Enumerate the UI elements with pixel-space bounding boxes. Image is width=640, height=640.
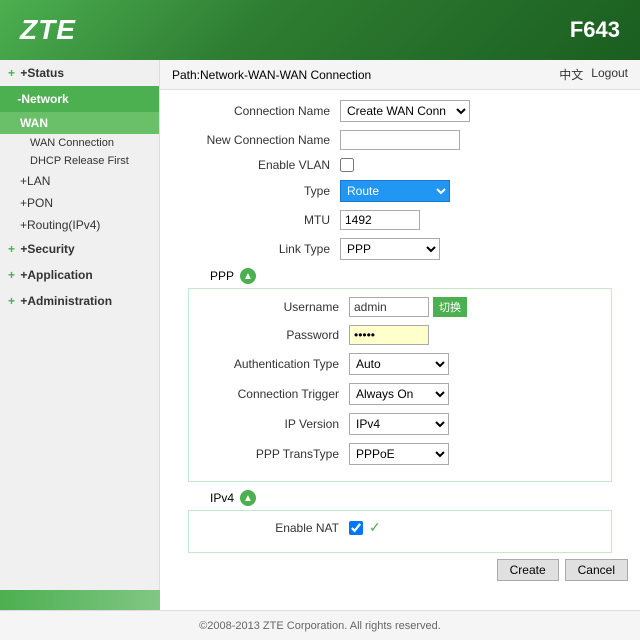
conn-trigger-label: Connection Trigger <box>189 387 349 401</box>
ppp-transtype-row: PPP TransType PPPoE <box>189 443 611 465</box>
username-row: Username 切换 <box>189 297 611 317</box>
ppp-transtype-label: PPP TransType <box>189 447 349 461</box>
create-button[interactable]: Create <box>497 559 559 581</box>
type-label: Type <box>180 184 340 198</box>
enable-vlan-checkbox[interactable] <box>340 158 354 172</box>
ip-version-control: IPv4 <box>349 413 449 435</box>
link-type-row: Link Type PPP <box>180 238 620 260</box>
username-input[interactable] <box>349 297 429 317</box>
type-row: Type Route <box>180 180 620 202</box>
logout-link[interactable]: Logout <box>591 66 628 83</box>
sidebar-item-application[interactable]: +Application <box>0 262 159 288</box>
new-connection-name-label: New Connection Name <box>180 133 340 147</box>
logo: ZTE <box>20 14 76 46</box>
new-connection-name-row: New Connection Name <box>180 130 620 150</box>
header: ZTE F643 <box>0 0 640 60</box>
ppp-transtype-select[interactable]: PPPoE <box>349 443 449 465</box>
auth-type-select[interactable]: Auto <box>349 353 449 375</box>
link-type-select[interactable]: PPP <box>340 238 440 260</box>
password-input[interactable] <box>349 325 429 345</box>
sidebar-item-security[interactable]: +Security <box>0 236 159 262</box>
ipv4-label: IPv4 <box>180 491 240 505</box>
header-links: 中文 Logout <box>559 66 628 83</box>
conn-trigger-row: Connection Trigger Always On <box>189 383 611 405</box>
mtu-label: MTU <box>180 213 340 227</box>
enable-vlan-row: Enable VLAN <box>180 158 620 172</box>
sidebar-item-network[interactable]: -Network <box>0 86 159 112</box>
auth-type-control: Auto <box>349 353 449 375</box>
ip-version-label: IP Version <box>189 417 349 431</box>
type-control: Route <box>340 180 450 202</box>
enable-vlan-label: Enable VLAN <box>180 158 340 172</box>
new-connection-name-input[interactable] <box>340 130 460 150</box>
ppp-section-box: Username 切换 Password <box>188 288 612 482</box>
footer-text: ©2008-2013 ZTE Corporation. All rights r… <box>199 620 441 632</box>
enable-nat-checkbox[interactable] <box>349 521 363 535</box>
ip-version-select[interactable]: IPv4 <box>349 413 449 435</box>
sidebar-item-status[interactable]: +Status <box>0 60 159 86</box>
nat-checkmark: ✓ <box>369 519 381 536</box>
switch-button[interactable]: 切换 <box>433 297 467 317</box>
sidebar-item-wan[interactable]: WAN <box>0 112 159 134</box>
type-select[interactable]: Route <box>340 180 450 202</box>
sidebar-item-routing[interactable]: +Routing(IPv4) <box>0 214 159 236</box>
auth-type-row: Authentication Type Auto <box>189 353 611 375</box>
main-layout: +Status -Network WAN WAN Connection DHCP… <box>0 60 640 600</box>
ipv4-collapse-icon[interactable]: ▲ <box>240 490 256 506</box>
conn-trigger-select[interactable]: Always On <box>349 383 449 405</box>
connection-name-select[interactable]: Create WAN Conn <box>340 100 470 122</box>
password-label: Password <box>189 328 349 342</box>
new-connection-name-control <box>340 130 460 150</box>
password-row: Password <box>189 325 611 345</box>
form-body: Connection Name Create WAN Conn New Conn… <box>160 90 640 600</box>
enable-nat-label: Enable NAT <box>189 521 349 535</box>
mtu-input[interactable] <box>340 210 420 230</box>
auth-type-label: Authentication Type <box>189 357 349 371</box>
sidebar-item-administration[interactable]: +Administration <box>0 288 159 314</box>
ip-version-row: IP Version IPv4 <box>189 413 611 435</box>
ppp-transtype-control: PPPoE <box>349 443 449 465</box>
sidebar-item-lan[interactable]: +LAN <box>0 170 159 192</box>
sidebar-decoration <box>0 590 160 610</box>
ppp-label: PPP <box>180 269 240 283</box>
content-header: Path:Network-WAN-WAN Connection 中文 Logou… <box>160 60 640 90</box>
mtu-row: MTU <box>180 210 620 230</box>
sidebar: +Status -Network WAN WAN Connection DHCP… <box>0 60 160 600</box>
breadcrumb: Path:Network-WAN-WAN Connection <box>172 68 371 82</box>
conn-trigger-control: Always On <box>349 383 449 405</box>
form-area: Connection Name Create WAN Conn New Conn… <box>160 90 640 567</box>
ppp-collapse-icon[interactable]: ▲ <box>240 268 256 284</box>
link-type-control: PPP <box>340 238 440 260</box>
sidebar-item-dhcp-release[interactable]: DHCP Release First <box>0 152 159 170</box>
cancel-button[interactable]: Cancel <box>565 559 628 581</box>
mtu-control <box>340 210 420 230</box>
enable-nat-control: ✓ <box>349 519 381 536</box>
sidebar-item-wan-connection[interactable]: WAN Connection <box>0 134 159 152</box>
ipv4-section-header: IPv4 ▲ <box>180 490 620 506</box>
bottom-buttons: Create Cancel <box>160 553 640 587</box>
password-control <box>349 325 429 345</box>
content-area: Path:Network-WAN-WAN Connection 中文 Logou… <box>160 60 640 600</box>
connection-name-row: Connection Name Create WAN Conn <box>180 100 620 122</box>
ipv4-section-box: Enable NAT ✓ <box>188 510 612 553</box>
link-type-label: Link Type <box>180 242 340 256</box>
model: F643 <box>570 17 620 43</box>
username-label: Username <box>189 300 349 314</box>
lang-link[interactable]: 中文 <box>559 66 583 83</box>
enable-vlan-control <box>340 158 354 172</box>
ppp-section-header: PPP ▲ <box>180 268 620 284</box>
connection-name-label: Connection Name <box>180 104 340 118</box>
sidebar-item-pon[interactable]: +PON <box>0 192 159 214</box>
enable-nat-row: Enable NAT ✓ <box>189 519 611 536</box>
username-control: 切换 <box>349 297 467 317</box>
connection-name-control: Create WAN Conn <box>340 100 470 122</box>
footer: ©2008-2013 ZTE Corporation. All rights r… <box>0 610 640 640</box>
